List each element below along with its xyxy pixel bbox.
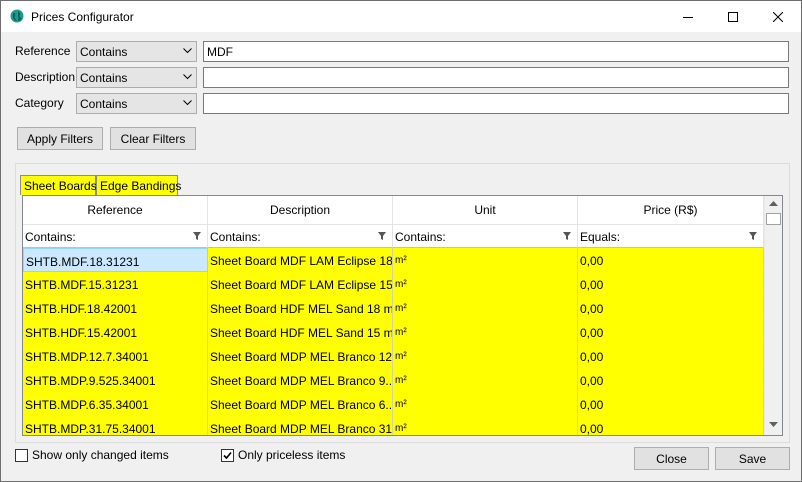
cell-price[interactable]: 0,00: [578, 320, 764, 344]
column-header-reference[interactable]: Reference: [23, 196, 208, 225]
description-mode-select[interactable]: Contains: [76, 67, 197, 88]
cell-unit[interactable]: m²: [393, 320, 578, 344]
cell-description[interactable]: Sheet Board MDF LAM Eclipse 18...: [208, 248, 393, 272]
cell-description[interactable]: Sheet Board HDF MEL Sand 18 m...: [208, 296, 393, 320]
filter-cell-description[interactable]: Contains:: [208, 225, 393, 248]
vertical-scrollbar[interactable]: [764, 196, 782, 435]
table-row[interactable]: SHTB.MDP.6.35.34001 Sheet Board MDP MEL B…: [23, 392, 764, 416]
window-title: Prices Configurator: [31, 10, 134, 24]
scroll-down-icon[interactable]: [769, 422, 778, 427]
table-row[interactable]: SHTB.HDF.18.42001 Sheet Board HDF MEL San…: [23, 296, 764, 320]
table-row[interactable]: SHTB.MDF.15.31231 Sheet Board MDF LAM Ecl…: [23, 272, 764, 296]
close-icon: [773, 11, 783, 22]
apply-filters-button[interactable]: Apply Filters: [17, 127, 103, 150]
globe-icon: [10, 9, 24, 23]
chevron-down-icon: [183, 48, 192, 54]
cell-unit[interactable]: m²: [393, 416, 578, 435]
cell-unit[interactable]: m²: [393, 248, 578, 272]
cell-price[interactable]: 0,00: [578, 296, 764, 320]
minimize-icon: [683, 16, 693, 18]
prices-grid[interactable]: Reference Description Unit Price (R$) Co…: [22, 195, 783, 436]
reference-filter-input[interactable]: [203, 41, 789, 62]
description-label: Description: [15, 70, 76, 84]
filter-cell-price[interactable]: Equals:: [578, 225, 764, 248]
cell-reference[interactable]: SHTB.MDP.9.525.34001: [23, 368, 208, 392]
reference-mode-value: Contains: [80, 45, 128, 59]
reference-mode-select[interactable]: Contains: [76, 41, 197, 62]
cell-reference[interactable]: SHTB.MDF.18.31231: [23, 248, 208, 272]
chevron-down-icon: [183, 100, 192, 106]
scroll-up-icon[interactable]: [769, 201, 778, 206]
cell-price[interactable]: 0,00: [578, 272, 764, 296]
funnel-icon[interactable]: [378, 232, 386, 240]
funnel-icon[interactable]: [749, 232, 757, 240]
cell-unit[interactable]: m²: [393, 392, 578, 416]
filter-cell-label: Contains:: [25, 230, 76, 244]
cell-description[interactable]: Sheet Board MDP MEL Branco 12...: [208, 344, 393, 368]
category-filter-input[interactable]: [203, 93, 789, 114]
only-priceless-label: Only priceless items: [238, 448, 346, 462]
table-row[interactable]: SHTB.MDP.31.75.34001 Sheet Board MDP MEL …: [23, 416, 764, 435]
category-mode-value: Contains: [80, 97, 128, 111]
close-window-button[interactable]: [755, 1, 801, 32]
cell-reference[interactable]: SHTB.HDF.15.42001: [23, 320, 208, 344]
filter-cell-unit[interactable]: Contains:: [393, 225, 578, 248]
cell-reference[interactable]: SHTB.MDP.31.75.34001: [23, 416, 208, 435]
filter-cell-label: Contains:: [210, 230, 261, 244]
cell-price[interactable]: 0,00: [578, 416, 764, 435]
chevron-down-icon: [183, 74, 192, 80]
maximize-button[interactable]: [710, 1, 756, 32]
cell-reference[interactable]: SHTB.MDF.15.31231: [23, 272, 208, 296]
table-row[interactable]: SHTB.HDF.15.42001 Sheet Board HDF MEL San…: [23, 320, 764, 344]
column-header-description[interactable]: Description: [208, 196, 393, 225]
cell-unit[interactable]: m²: [393, 344, 578, 368]
table-row[interactable]: SHTB.MDP.12.7.34001 Sheet Board MDP MEL B…: [23, 344, 764, 368]
cell-description[interactable]: Sheet Board MDP MEL Branco 31...: [208, 416, 393, 435]
show-changed-checkbox[interactable]: [15, 449, 28, 462]
cell-unit[interactable]: m²: [393, 296, 578, 320]
clear-filters-button[interactable]: Clear Filters: [110, 127, 196, 150]
cell-unit[interactable]: m²: [393, 272, 578, 296]
checkmark-icon: [223, 451, 232, 460]
minimize-button[interactable]: [665, 1, 711, 32]
title-bar[interactable]: Prices Configurator: [1, 1, 801, 32]
cell-price[interactable]: 0,00: [578, 392, 764, 416]
cell-unit[interactable]: m²: [393, 368, 578, 392]
cell-price[interactable]: 0,00: [578, 368, 764, 392]
prices-configurator-window: Prices Configurator Reference Contains D…: [0, 0, 802, 482]
cell-description[interactable]: Sheet Board HDF MEL Sand 15 m...: [208, 320, 393, 344]
show-changed-label: Show only changed items: [32, 448, 169, 462]
column-header-unit[interactable]: Unit: [393, 196, 578, 225]
scroll-thumb[interactable]: [766, 213, 781, 225]
cell-price[interactable]: 0,00: [578, 248, 764, 272]
reference-label: Reference: [15, 44, 71, 58]
description-mode-value: Contains: [80, 71, 128, 85]
description-filter-input[interactable]: [203, 67, 789, 88]
filter-cell-label: Equals:: [580, 230, 621, 244]
funnel-icon[interactable]: [193, 232, 201, 240]
close-button[interactable]: Close: [634, 447, 709, 470]
cell-reference[interactable]: SHTB.MDP.12.7.34001: [23, 344, 208, 368]
cell-description[interactable]: Sheet Board MDP MEL Branco 9....: [208, 368, 393, 392]
category-mode-select[interactable]: Contains: [76, 93, 197, 114]
cell-description[interactable]: Sheet Board MDP MEL Branco 6....: [208, 392, 393, 416]
funnel-icon[interactable]: [563, 232, 571, 240]
category-label: Category: [15, 96, 64, 110]
tab-edge-bandings[interactable]: Edge Bandings: [96, 175, 181, 195]
table-row[interactable]: SHTB.MDF.18.31231 Sheet Board MDF LAM Ecl…: [23, 248, 764, 272]
cell-reference[interactable]: SHTB.HDF.18.42001: [23, 296, 208, 320]
cell-description[interactable]: Sheet Board MDF LAM Eclipse 15...: [208, 272, 393, 296]
cell-price[interactable]: 0,00: [578, 344, 764, 368]
save-button[interactable]: Save: [715, 447, 790, 470]
cell-reference[interactable]: SHTB.MDP.6.35.34001: [23, 392, 208, 416]
only-priceless-checkbox[interactable]: [221, 449, 234, 462]
filter-cell-label: Contains:: [395, 230, 446, 244]
filter-cell-reference[interactable]: Contains:: [23, 225, 208, 248]
tab-sheet-boards[interactable]: Sheet Boards: [20, 175, 97, 195]
column-header-price[interactable]: Price (R$): [578, 196, 764, 225]
table-row[interactable]: SHTB.MDP.9.525.34001 Sheet Board MDP MEL …: [23, 368, 764, 392]
maximize-icon: [728, 11, 738, 22]
